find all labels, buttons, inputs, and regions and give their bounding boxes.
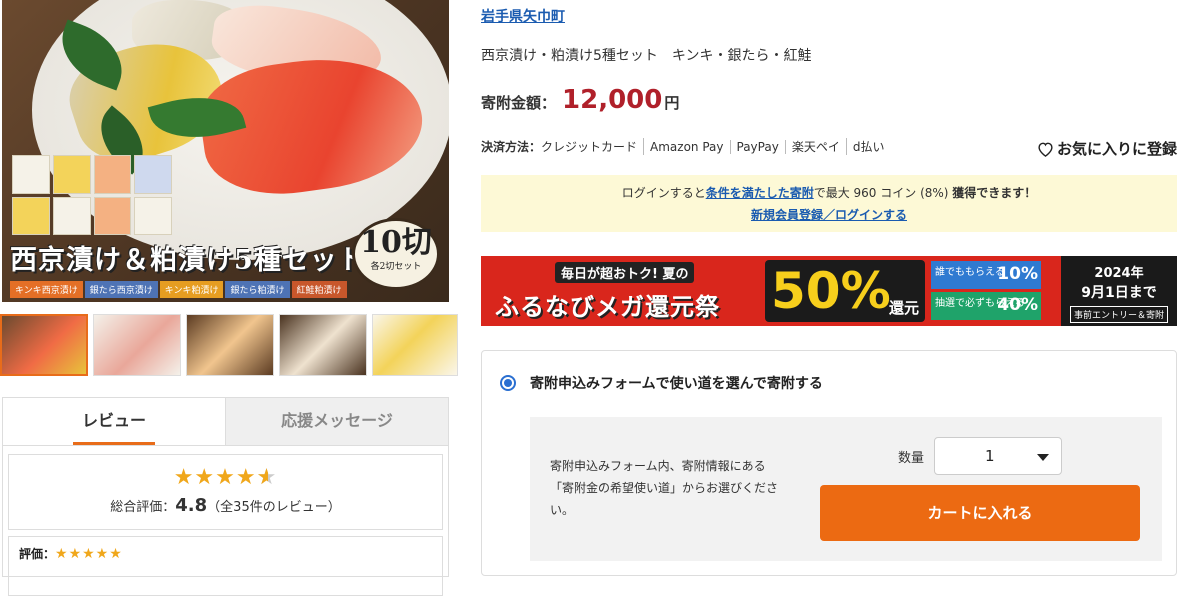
hero-tag: キンキ粕漬け (159, 281, 224, 298)
form-description: 寄附申込みフォーム内、寄附情報にある「寄附金の希望使い道」からお選びください。 (550, 459, 779, 517)
thumbnail-4[interactable] (279, 314, 367, 376)
overall-rating: 総合評価：4.8（全35件のレビュー） (9, 495, 442, 516)
package-grid (12, 155, 172, 235)
review-panel: レビュー 応援メッセージ ★★★★★ 総合評価：4.8（全35件のレビュー） 評… (2, 397, 449, 596)
notice-mid: で最大 960 コイン (8%) (813, 186, 949, 200)
form-inner: 寄附申込みフォーム内、寄附情報にある「寄附金の希望使い道」からお選びください。 … (530, 417, 1162, 561)
banner-kangen: 還元 (888, 299, 919, 317)
hero-tag: 銀たら粕漬け (225, 281, 290, 298)
rating-stars: ★★★★★ (9, 465, 442, 491)
hero-tag: キンキ西京漬け (10, 281, 83, 298)
review-item: 評価：★★★★★ (8, 536, 443, 596)
favorite-label: お気に入りに登録 (1056, 140, 1177, 158)
price-label: 寄附金額： (481, 94, 557, 112)
right-column: 岩手県矢巾町 西京漬け・粕漬け5種セット キンキ・銀たら・紅鮭 寄附金額： 12… (481, 0, 1179, 577)
hero-title: 西京漬け＆粕漬け5種セット (10, 245, 366, 276)
notice-line: ログインすると条件を満たした寄附で最大 960 コイン (8%) 獲得できます！ (481, 184, 1177, 201)
municipality-link[interactable]: 岩手県矢巾町 (481, 6, 565, 26)
price-unit: 円 (664, 94, 680, 112)
heart-icon (1038, 142, 1053, 157)
hero-tag: 紅鮭粕漬け (291, 281, 347, 298)
radio-selected-icon[interactable] (500, 375, 516, 391)
banner-entry: 事前エントリー＆寄附 (1069, 306, 1168, 323)
hero-tags: キンキ西京漬け 銀たら西京漬け キンキ粕漬け 銀たら粕漬け 紅鮭粕漬け (10, 281, 347, 298)
payment-method: d払い (852, 140, 885, 154)
thumbnail-3[interactable] (186, 314, 274, 376)
payment-method: クレジットカード (541, 138, 645, 155)
split2-value: 40% (997, 295, 1038, 315)
favorite-button[interactable]: お気に入りに登録 (1037, 138, 1177, 159)
star-icon: ★★★★★ (55, 546, 123, 562)
quantity-value: 1 (985, 447, 995, 465)
thumbnail-1[interactable] (0, 314, 88, 376)
donation-form-card: 寄附申込みフォームで使い道を選んで寄附する 寄附申込みフォーム内、寄附情報にある… (481, 350, 1177, 576)
condition-link[interactable]: 条件を満たした寄附 (706, 186, 814, 200)
notice-pre: ログインすると (621, 186, 706, 200)
banner-percent: 50% (771, 262, 891, 320)
star-full-icon: ★★★★ (173, 465, 257, 490)
price-row: 寄附金額： 12,000 円 (481, 85, 679, 115)
payment-methods: 決済方法： クレジットカード Amazon Pay PayPay 楽天ペイ d払… (481, 138, 890, 155)
payment-method: PayPay (731, 139, 786, 154)
banner-text: 毎日が超おトク! 夏の ふるなびメガ還元祭 (495, 262, 720, 322)
campaign-banner[interactable]: 毎日が超おトク! 夏の ふるなびメガ還元祭 50% 還元 誰でももらえる 10% … (481, 256, 1177, 326)
add-to-cart-button[interactable]: カートに入れる (820, 485, 1140, 541)
tab-review[interactable]: レビュー (3, 398, 225, 445)
form-option-label: 寄附申込みフォームで使い道を選んで寄附する (530, 376, 823, 392)
chevron-down-icon (1037, 454, 1049, 461)
review-item-label: 評価： (19, 547, 56, 561)
thumbnail-5[interactable] (372, 314, 458, 376)
review-count: （全35件のレビュー） (207, 500, 341, 515)
banner-tagline: 毎日が超おトク! 夏の (555, 262, 695, 283)
quantity-label: 数量 (898, 451, 925, 466)
split1-text: 誰でももらえる (935, 267, 1005, 278)
banner-year: 2024年 (1094, 266, 1144, 281)
overall-label: 総合評価： (110, 500, 176, 515)
thumbnail-2[interactable] (93, 314, 181, 376)
banner-date: 2024年 9月1日まで 事前エントリー＆寄附 (1061, 256, 1177, 326)
thumbnail-strip (0, 314, 458, 376)
review-summary: ★★★★★ 総合評価：4.8（全35件のレビュー） (8, 454, 443, 530)
split1-value: 10% (997, 264, 1038, 284)
hero-tag: 銀たら西京漬け (84, 281, 158, 298)
hero-badge: 10切 各2切セット (352, 218, 440, 290)
banner-name: ふるなびメガ還元祭 (495, 293, 720, 321)
form-option[interactable]: 寄附申込みフォームで使い道を選んで寄附する (500, 373, 823, 393)
login-notice: ログインすると条件を満たした寄附で最大 960 コイン (8%) 獲得できます！… (481, 175, 1177, 232)
banner-deadline: 9月1日まで (1081, 285, 1157, 301)
banner-split: 誰でももらえる 10% 抽選で必ずもらえる 40% (931, 261, 1041, 321)
banner-percent-box: 50% 還元 (765, 260, 925, 322)
product-title: 西京漬け・粕漬け5種セット キンキ・銀たら・紅鮭 (481, 48, 812, 64)
star-half-icon: ★ (257, 465, 278, 490)
overall-score: 4.8 (175, 495, 208, 516)
notice-post: 獲得できます！ (952, 186, 1037, 200)
product-main-image[interactable]: 西京漬け＆粕漬け5種セット 10切 各2切セット キンキ西京漬け 銀たら西京漬け… (2, 0, 449, 302)
review-tabs: レビュー 応援メッセージ (3, 398, 448, 446)
left-column: 西京漬け＆粕漬け5種セット 10切 各2切セット キンキ西京漬け 銀たら西京漬け… (0, 0, 458, 596)
payment-label: 決済方法： (481, 140, 542, 154)
banner-split-1: 誰でももらえる 10% (931, 261, 1041, 289)
payment-method: Amazon Pay (644, 139, 731, 154)
signup-login-link[interactable]: 新規会員登録／ログインする (751, 208, 907, 222)
price-value: 12,000 (562, 85, 663, 115)
banner-split-2: 抽選で必ずもらえる 40% (931, 292, 1041, 320)
tab-message[interactable]: 応援メッセージ (225, 398, 448, 445)
payment-method: 楽天ペイ (786, 138, 847, 155)
quantity-select[interactable]: 1 (934, 437, 1062, 475)
